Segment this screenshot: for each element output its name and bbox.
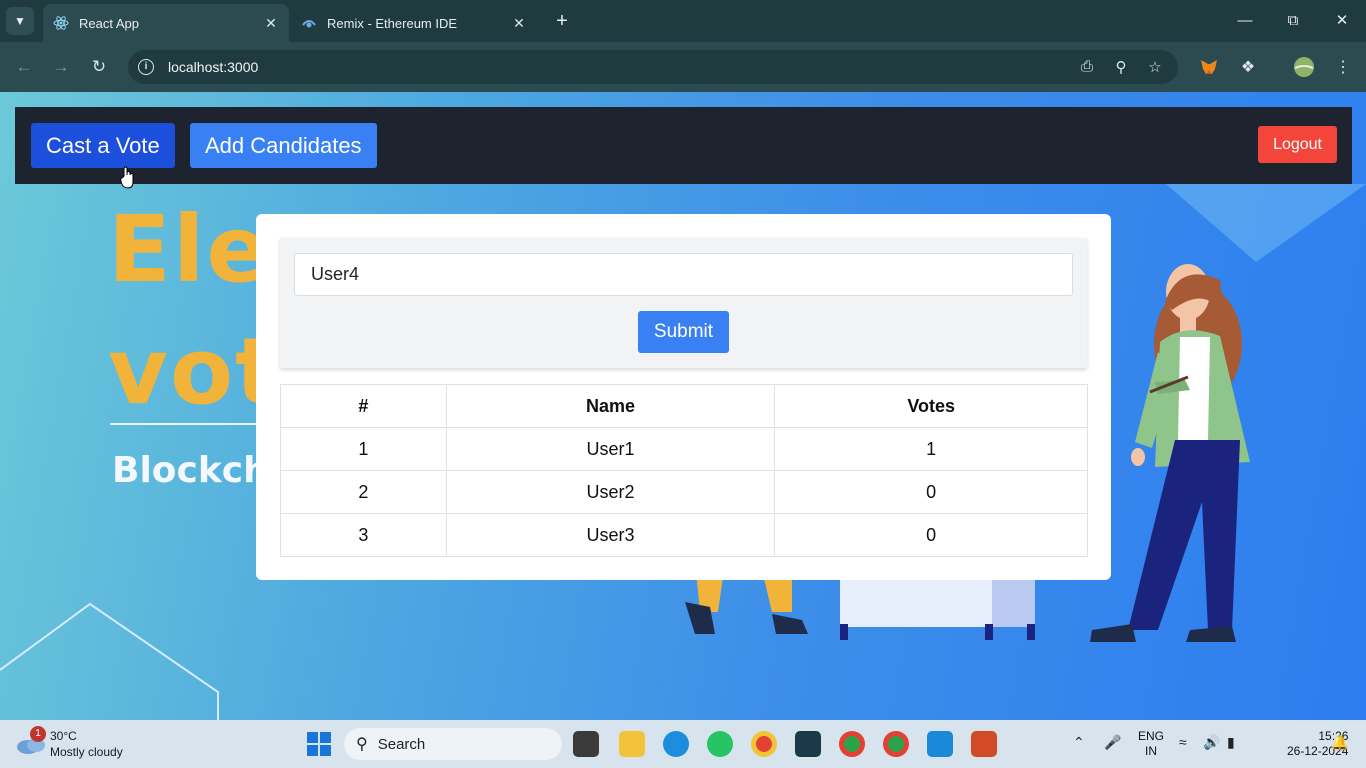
tab-react-app[interactable]: React App ✕: [43, 4, 289, 42]
language-code: ENG: [1138, 729, 1165, 743]
chevron-up-icon[interactable]: ⌃: [1073, 734, 1085, 751]
cell-name: User3: [445, 513, 776, 557]
add-candidate-form: Submit: [280, 238, 1087, 368]
microphone-icon[interactable]: 🎤: [1104, 734, 1121, 751]
add-candidates-button[interactable]: Add Candidates: [190, 123, 377, 168]
windows-taskbar: 1 30°C Mostly cloudy ⚲ Search ⌃ 🎤 ENG IN…: [0, 720, 1366, 768]
task-view-icon[interactable]: [573, 731, 599, 757]
extensions-puzzle-icon[interactable]: ❖: [1237, 56, 1259, 78]
mouse-pointer-icon: [120, 166, 134, 189]
address-bar[interactable]: i localhost:3000 ⎙ ⚲ ☆: [128, 50, 1178, 84]
battery-icon[interactable]: ▮: [1227, 734, 1235, 751]
table-row: 1 User1 1: [280, 427, 1088, 471]
browser-toolbar: ← → ↻ i localhost:3000 ⎙ ⚲ ☆ ❖ ⋮: [0, 42, 1366, 92]
cell-name: User1: [445, 427, 776, 471]
app-page: Ele vot Blockch Cast a Vote Add Candidat…: [0, 92, 1366, 720]
avatar[interactable]: [1293, 56, 1315, 78]
new-tab-button[interactable]: +: [550, 9, 574, 33]
background-hexagon: [0, 602, 219, 720]
cell-index: 3: [280, 513, 447, 557]
tab-search-dropdown[interactable]: ▼: [6, 7, 34, 35]
table-row: 2 User2 0: [280, 470, 1088, 514]
metamask-fox-icon[interactable]: [1198, 56, 1220, 78]
cast-vote-button[interactable]: Cast a Vote: [31, 123, 175, 168]
terminal-app-icon[interactable]: [795, 731, 821, 757]
tab-remix-ide[interactable]: Remix - Ethereum IDE ✕: [291, 4, 537, 42]
weather-condition: Mostly cloudy: [50, 745, 123, 759]
powerpoint-icon[interactable]: [971, 731, 997, 757]
info-icon[interactable]: i: [138, 59, 154, 75]
search-icon: ⚲: [356, 736, 368, 753]
taskbar-search[interactable]: ⚲ Search: [344, 728, 562, 760]
minimize-button[interactable]: —: [1225, 8, 1265, 34]
wifi-icon[interactable]: ≈: [1179, 734, 1187, 750]
chrome-icon[interactable]: [751, 731, 777, 757]
back-button[interactable]: ←: [12, 55, 36, 79]
background-headline-line1: Ele: [108, 196, 271, 303]
chrome-profile-icon[interactable]: [839, 731, 865, 757]
reload-button[interactable]: ↻: [87, 55, 111, 79]
table-row: 3 User3 0: [280, 513, 1088, 557]
cell-index: 2: [280, 470, 447, 514]
column-header-index: #: [280, 384, 447, 428]
notification-badge: 1: [30, 726, 46, 742]
background-triangle: [1166, 184, 1366, 262]
cell-votes: 0: [774, 513, 1088, 557]
chrome-profile-2-icon[interactable]: [883, 731, 909, 757]
browser-tabstrip: ▼ React App ✕ Remix - Ethereum IDE ✕ + —…: [0, 0, 1366, 42]
whatsapp-icon[interactable]: [707, 731, 733, 757]
tab-label: Remix - Ethereum IDE: [327, 15, 458, 31]
file-explorer-icon[interactable]: [619, 731, 645, 757]
tab-label: React App: [79, 15, 139, 31]
restore-button[interactable]: ⧉: [1273, 8, 1313, 34]
app-navbar: Cast a Vote Add Candidates Logout: [15, 107, 1352, 184]
edge-browser-icon[interactable]: [663, 731, 689, 757]
vscode-icon[interactable]: [927, 731, 953, 757]
column-header-name: Name: [445, 384, 776, 428]
cell-index: 1: [280, 427, 447, 471]
language-indicator[interactable]: ENG IN: [1138, 729, 1164, 759]
cell-votes: 0: [774, 470, 1088, 514]
column-header-votes: Votes: [774, 384, 1088, 428]
forward-button[interactable]: →: [49, 55, 73, 79]
candidates-table: # Name Votes 1 User1 1 2 User2 0 3 User3…: [280, 384, 1088, 557]
bookmark-star-icon[interactable]: ☆: [1144, 58, 1166, 76]
table-header-row: # Name Votes: [280, 384, 1088, 428]
search-label: Search: [377, 735, 426, 753]
logout-button[interactable]: Logout: [1258, 126, 1337, 163]
cell-votes: 1: [774, 427, 1088, 471]
chevron-down-icon: ▼: [14, 14, 26, 28]
candidate-name-input[interactable]: [294, 253, 1073, 296]
candidates-card: Submit # Name Votes 1 User1 1 2 User2: [256, 214, 1111, 580]
region-code: IN: [1145, 744, 1157, 758]
notification-bell-icon[interactable]: 🔔: [1331, 734, 1348, 751]
close-icon[interactable]: ✕: [511, 15, 527, 32]
cell-name: User2: [445, 470, 776, 514]
install-app-icon[interactable]: ⎙: [1076, 58, 1098, 76]
more-menu-icon[interactable]: ⋮: [1332, 56, 1354, 78]
zoom-icon[interactable]: ⚲: [1110, 58, 1132, 76]
background-subheadline: Blockch: [112, 450, 269, 491]
close-icon[interactable]: ✕: [263, 15, 279, 32]
url-text: localhost:3000: [168, 59, 259, 75]
submit-button[interactable]: Submit: [638, 311, 729, 353]
close-window-button[interactable]: ✕: [1322, 8, 1362, 34]
react-logo-icon: [53, 15, 69, 31]
background-divider: [110, 423, 270, 425]
weather-temperature: 30°C: [50, 729, 77, 743]
windows-start-icon[interactable]: [307, 732, 331, 756]
remix-logo-icon: [301, 15, 317, 31]
volume-icon[interactable]: 🔊: [1203, 734, 1220, 751]
weather-widget[interactable]: 1 30°C Mostly cloudy: [16, 726, 156, 760]
